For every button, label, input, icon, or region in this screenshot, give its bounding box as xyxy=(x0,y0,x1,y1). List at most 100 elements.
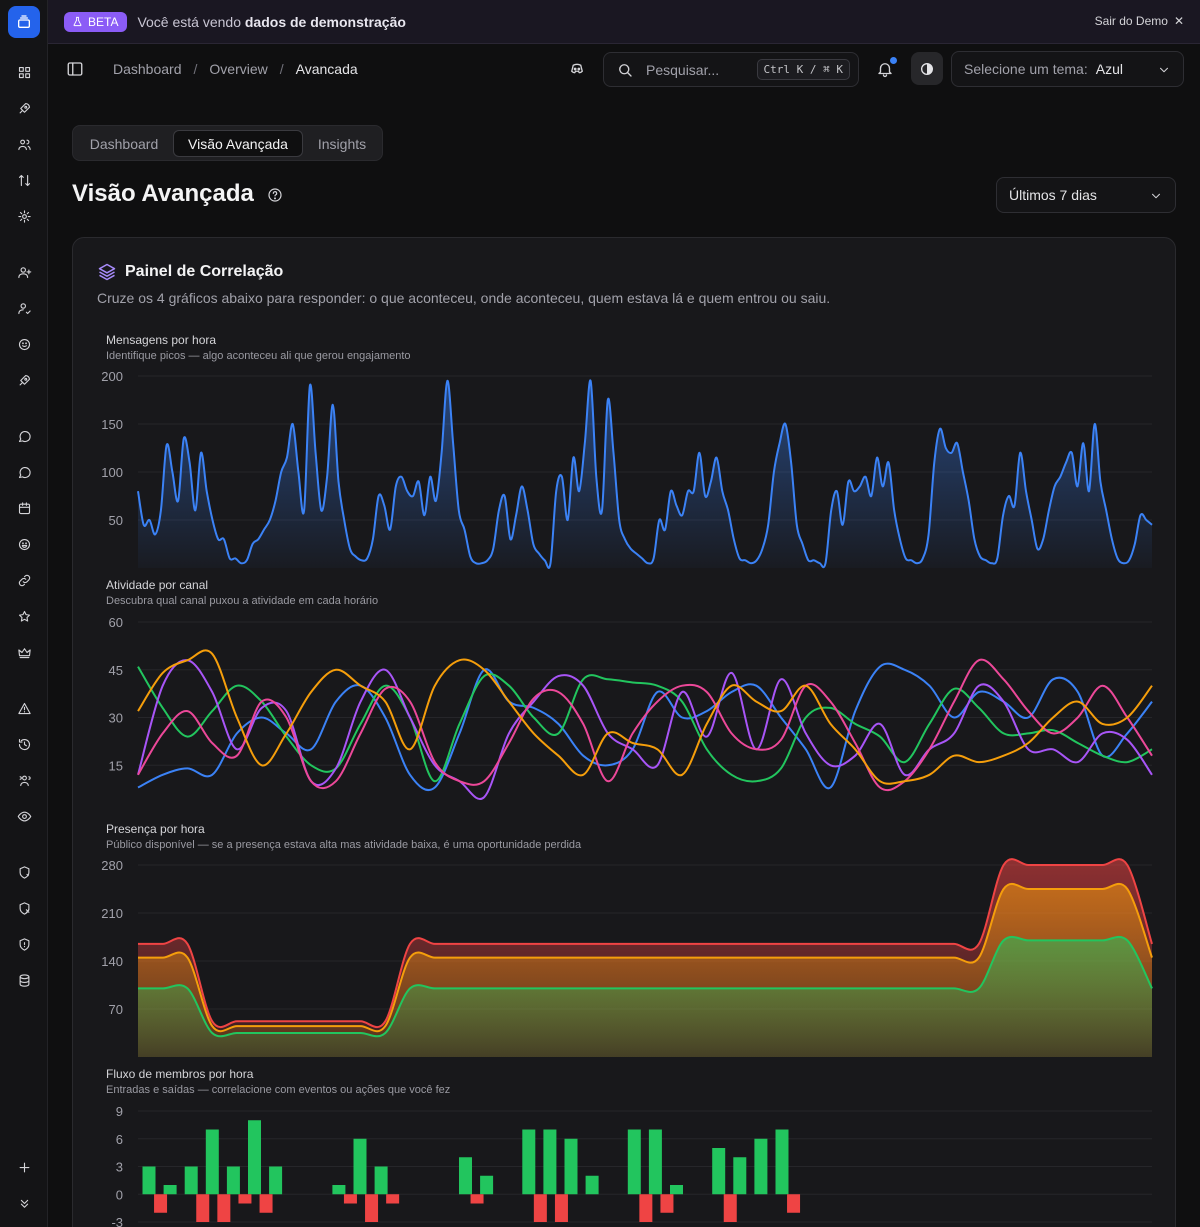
join-bar xyxy=(226,1166,240,1195)
y-tick-label: 3 xyxy=(116,1160,123,1175)
plus-icon[interactable] xyxy=(14,1157,34,1177)
chart-title-presence: Presença por hora xyxy=(106,822,205,836)
smile-icon[interactable] xyxy=(14,334,34,354)
join-bar xyxy=(269,1166,283,1195)
join-bar xyxy=(627,1129,641,1195)
join-bar xyxy=(712,1148,726,1195)
leave-bar xyxy=(639,1194,653,1222)
join-bar xyxy=(205,1129,219,1195)
y-tick-label: 60 xyxy=(109,615,123,630)
join-bar xyxy=(585,1175,599,1195)
join-bar xyxy=(754,1138,768,1195)
breadcrumb-item-overview[interactable]: Overview xyxy=(209,61,267,77)
arrows-sort-icon[interactable] xyxy=(14,170,34,190)
join-bar xyxy=(648,1129,662,1195)
app-logo[interactable] xyxy=(8,6,40,38)
rocket-alt-icon[interactable] xyxy=(14,370,34,390)
rocket-icon[interactable] xyxy=(14,98,34,118)
users-icon[interactable] xyxy=(14,134,34,154)
search-shortcut: Ctrl K / ⌘ K xyxy=(756,59,850,80)
join-bar xyxy=(332,1185,346,1195)
close-icon: ✕ xyxy=(1173,14,1184,28)
breadcrumb-item-dashboard[interactable]: Dashboard xyxy=(113,61,182,77)
help-icon[interactable] xyxy=(267,187,283,203)
demo-banner: BETA Você está vendo dados de demonstraç… xyxy=(48,0,1200,44)
join-bar xyxy=(459,1157,472,1195)
y-tick-label: 210 xyxy=(101,906,123,921)
join-bar xyxy=(543,1129,557,1195)
join-bar xyxy=(184,1166,198,1195)
users-group-icon[interactable] xyxy=(14,770,34,790)
settings-icon[interactable] xyxy=(14,206,34,226)
join-bar xyxy=(353,1138,367,1195)
card-title: Painel de Correlação xyxy=(97,262,283,282)
y-tick-label: 100 xyxy=(101,465,123,480)
leave-bar xyxy=(154,1194,168,1213)
history-icon[interactable] xyxy=(14,734,34,754)
members-bar-chart: -3 0 3 6 9 xyxy=(111,1104,1152,1227)
join-bar xyxy=(142,1166,156,1195)
view-tabs: Dashboard Visão Avançada Insights xyxy=(72,125,383,161)
sidebar xyxy=(0,0,48,1227)
tab-dashboard[interactable]: Dashboard xyxy=(77,130,171,157)
link-icon[interactable] xyxy=(14,570,34,590)
date-range-select[interactable]: Últimos 7 dias xyxy=(996,177,1176,213)
user-plus-icon[interactable] xyxy=(14,262,34,282)
y-tick-label: 0 xyxy=(116,1187,123,1202)
y-tick-label: 6 xyxy=(116,1132,123,1147)
join-bar xyxy=(480,1175,494,1195)
eye-icon[interactable] xyxy=(14,806,34,826)
theme-toggle-button[interactable] xyxy=(911,52,943,85)
leave-bar xyxy=(470,1194,484,1204)
flask-icon xyxy=(73,16,82,27)
theme-select[interactable]: Selecione um tema: Azul xyxy=(951,51,1184,87)
leave-bar xyxy=(660,1194,674,1213)
message-icon[interactable] xyxy=(14,426,34,446)
alert-icon[interactable] xyxy=(14,698,34,718)
user-check-icon[interactable] xyxy=(14,298,34,318)
y-tick-label: 150 xyxy=(101,417,123,432)
shield-refresh-icon[interactable] xyxy=(14,862,34,882)
chevron-down-icon xyxy=(1151,193,1161,199)
y-tick-label: 280 xyxy=(101,858,123,873)
join-bar xyxy=(374,1166,388,1195)
shield-icon[interactable] xyxy=(14,934,34,954)
exit-demo-button[interactable]: Sair do Demo ✕ xyxy=(1095,14,1184,28)
y-tick-label: -3 xyxy=(111,1215,123,1227)
leave-bar xyxy=(217,1194,231,1222)
leave-bar xyxy=(196,1194,210,1222)
grid-icon[interactable] xyxy=(14,62,34,82)
tab-visao-avancada[interactable]: Visão Avançada xyxy=(173,130,303,157)
search-input[interactable]: Pesquisar... xyxy=(646,62,719,78)
chart-title-messages: Mensagens por hora xyxy=(106,333,217,347)
emoji-icon[interactable] xyxy=(14,534,34,554)
tab-insights[interactable]: Insights xyxy=(305,130,379,157)
leave-bar xyxy=(787,1194,801,1213)
y-tick-label: 70 xyxy=(109,1002,123,1017)
message-alt-icon[interactable] xyxy=(14,462,34,482)
y-tick-label: 45 xyxy=(109,663,123,678)
y-tick-label: 50 xyxy=(109,513,123,528)
breadcrumb: Dashboard / Overview / Avancada xyxy=(113,61,358,77)
leave-bar xyxy=(533,1194,547,1222)
leave-bar xyxy=(365,1194,379,1222)
chart-desc-members: Entradas e saídas — correlacione com eve… xyxy=(106,1084,451,1096)
top-header: Dashboard / Overview / Avancada Pesquisa… xyxy=(48,44,1200,94)
layers-icon xyxy=(98,263,116,281)
star-icon[interactable] xyxy=(14,606,34,626)
shield-x-icon[interactable] xyxy=(14,898,34,918)
leave-bar xyxy=(259,1194,273,1213)
breadcrumb-separator: / xyxy=(279,61,284,77)
database-icon[interactable] xyxy=(14,970,34,990)
join-bar xyxy=(775,1129,789,1195)
sidebar-toggle-icon[interactable] xyxy=(66,60,84,78)
crown-icon[interactable] xyxy=(14,642,34,662)
chevrons-down-icon[interactable] xyxy=(14,1193,34,1213)
discord-icon[interactable] xyxy=(568,60,586,78)
chart-title-members: Fluxo de membros por hora xyxy=(106,1067,254,1081)
contrast-icon xyxy=(921,62,933,75)
search-box[interactable]: Pesquisar... Ctrl K / ⌘ K xyxy=(603,52,859,87)
calendar-icon[interactable] xyxy=(14,498,34,518)
card-subtitle: Cruze os 4 gráficos abaixo para responde… xyxy=(97,290,831,306)
join-bar xyxy=(163,1185,177,1195)
